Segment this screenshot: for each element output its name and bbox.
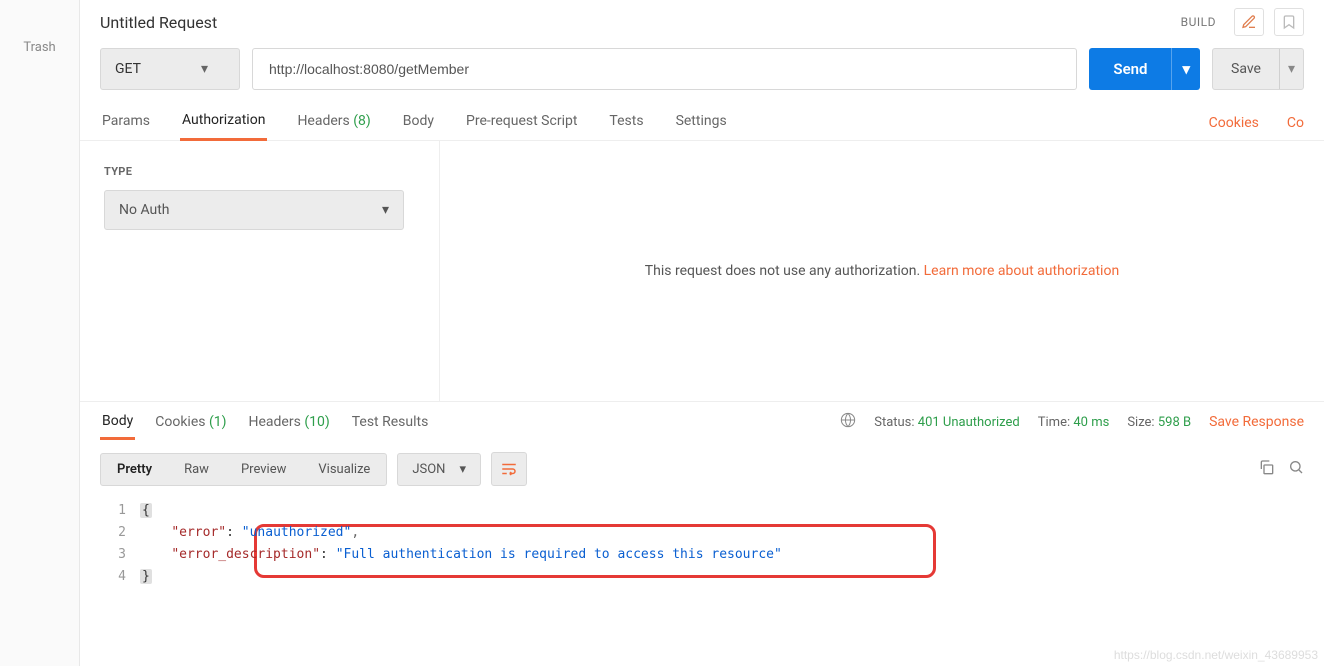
search-icon[interactable] <box>1288 459 1304 479</box>
tab-settings[interactable]: Settings <box>674 107 729 139</box>
resp-tab-body[interactable]: Body <box>100 405 135 440</box>
code-line-4: 4 } <box>100 566 1304 588</box>
more-icon-button[interactable] <box>1274 8 1304 36</box>
seg-preview[interactable]: Preview <box>225 454 302 485</box>
url-bar: GET ▾ Send ▾ Save ▾ <box>80 42 1324 100</box>
auth-type-select[interactable]: No Auth ▾ <box>104 190 404 230</box>
chevron-down-icon: ▾ <box>459 462 466 477</box>
tab-tests[interactable]: Tests <box>607 107 645 139</box>
size-value: 598 B <box>1158 415 1191 430</box>
code-link[interactable]: Co <box>1287 115 1304 131</box>
code-line-2: 2 "error": "unauthorized", <box>100 522 1304 544</box>
request-header: Untitled Request BUILD <box>80 0 1324 42</box>
save-response-link[interactable]: Save Response <box>1209 414 1304 430</box>
tab-params[interactable]: Params <box>100 107 152 139</box>
auth-type-label: TYPE <box>104 165 415 178</box>
status-meta: Status: 401 Unauthorized <box>874 415 1020 430</box>
json-value: "unauthorized" <box>242 525 352 540</box>
seg-raw[interactable]: Raw <box>168 454 225 485</box>
resp-tab-headers[interactable]: Headers (10) <box>247 406 332 438</box>
code-line-1: 1 { <box>100 500 1304 522</box>
resp-tab-tests[interactable]: Test Results <box>350 406 431 438</box>
language-value: JSON <box>412 462 445 477</box>
save-label: Save <box>1213 61 1279 77</box>
status-value: 401 Unauthorized <box>918 415 1020 430</box>
resp-tab-cookies-count: (1) <box>209 414 227 430</box>
view-mode-group: Pretty Raw Preview Visualize <box>100 453 387 486</box>
resp-tab-headers-count: (10) <box>304 414 329 430</box>
copy-icon[interactable] <box>1258 459 1274 479</box>
auth-message-text: This request does not use any authorizat… <box>645 263 924 279</box>
line-number: 3 <box>100 544 126 566</box>
save-button[interactable]: Save ▾ <box>1212 48 1304 90</box>
code-line-3: 3 "error_description": "Full authenticat… <box>100 544 1304 566</box>
save-dropdown[interactable]: ▾ <box>1279 49 1303 89</box>
tab-headers-label: Headers <box>297 113 349 129</box>
seg-pretty[interactable]: Pretty <box>101 454 168 485</box>
json-value: "Full authentication is required to acce… <box>336 547 782 562</box>
time-meta: Time: 40 ms <box>1038 415 1110 430</box>
send-label: Send <box>1089 60 1171 78</box>
cookies-link[interactable]: Cookies <box>1209 115 1259 131</box>
resp-tab-cookies[interactable]: Cookies (1) <box>153 406 228 438</box>
main-panel: Untitled Request BUILD GET ▾ Send ▾ Save… <box>80 0 1324 666</box>
response-right-icons <box>1258 459 1304 479</box>
build-label: BUILD <box>1181 15 1216 29</box>
tab-body[interactable]: Body <box>401 107 436 139</box>
bookmark-icon <box>1281 14 1297 30</box>
brace-close: } <box>140 569 152 584</box>
request-tabs: Params Authorization Headers (8) Body Pr… <box>80 100 1324 141</box>
chevron-down-icon: ▾ <box>201 61 208 77</box>
line-number: 2 <box>100 522 126 544</box>
auth-area: TYPE No Auth ▾ This request does not use… <box>80 141 1324 402</box>
language-select[interactable]: JSON ▾ <box>397 453 481 486</box>
trash-label[interactable]: Trash <box>0 40 79 55</box>
auth-message: This request does not use any authorizat… <box>440 141 1324 401</box>
tab-headers-count: (8) <box>353 113 371 129</box>
sidebar: Trash <box>0 0 80 666</box>
size-label: Size: <box>1127 415 1154 430</box>
tab-prerequest[interactable]: Pre-request Script <box>464 107 579 139</box>
auth-type-value: No Auth <box>119 202 170 218</box>
wrap-toggle[interactable] <box>491 452 527 486</box>
resp-tab-cookies-label: Cookies <box>155 414 205 430</box>
url-input[interactable] <box>252 48 1077 90</box>
auth-learn-more-link[interactable]: Learn more about authorization <box>924 263 1120 279</box>
status-label: Status: <box>874 415 914 430</box>
comment-icon-button[interactable] <box>1234 8 1264 36</box>
method-value: GET <box>115 61 141 77</box>
size-meta: Size: 598 B <box>1127 415 1191 430</box>
globe-icon[interactable] <box>840 412 856 432</box>
seg-visualize[interactable]: Visualize <box>302 454 386 485</box>
response-body-code: 1 { 2 "error": "unauthorized", 3 "error_… <box>80 496 1324 608</box>
send-dropdown[interactable]: ▾ <box>1171 48 1200 90</box>
auth-type-panel: TYPE No Auth ▾ <box>80 141 440 401</box>
request-title: Untitled Request <box>100 13 1171 32</box>
chevron-down-icon: ▾ <box>382 202 389 218</box>
json-key: "error" <box>171 525 226 540</box>
resp-tab-headers-label: Headers <box>249 414 301 430</box>
json-key: "error_description" <box>171 547 320 562</box>
time-label: Time: <box>1038 415 1070 430</box>
pencil-icon <box>1241 14 1257 30</box>
response-tabs: Body Cookies (1) Headers (10) Test Resul… <box>80 402 1324 442</box>
time-value: 40 ms <box>1073 415 1109 430</box>
tab-headers[interactable]: Headers (8) <box>295 107 372 139</box>
tab-authorization[interactable]: Authorization <box>180 106 267 141</box>
line-number: 1 <box>100 500 126 522</box>
send-button[interactable]: Send ▾ <box>1089 48 1200 90</box>
brace-open: { <box>140 503 152 518</box>
method-select[interactable]: GET ▾ <box>100 48 240 90</box>
format-row: Pretty Raw Preview Visualize JSON ▾ <box>80 442 1324 496</box>
wrap-icon <box>500 460 518 478</box>
line-number: 4 <box>100 566 126 588</box>
